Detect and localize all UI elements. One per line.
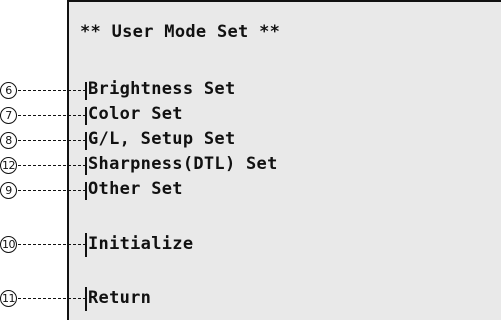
menu-item-initialize[interactable]: Initialize [88,234,193,254]
callout-tick [85,107,87,125]
menu-title: ** User Mode Set ** [80,22,281,42]
callout-number-9: 9 [0,182,17,199]
callout-number-8: 8 [0,132,17,149]
menu-item-sharpness-dtl-set[interactable]: Sharpness(DTL) Set [88,154,278,174]
callout-number-11: 11 [0,290,17,307]
callout-number-10: 10 [0,236,17,253]
menu-item-gl-setup-set[interactable]: G/L, Setup Set [88,129,236,149]
callout-leader-line [18,165,86,166]
callout-tick [85,233,87,257]
menu-item-brightness-set[interactable]: Brightness Set [88,79,236,99]
menu-item-other-set[interactable]: Other Set [88,179,183,199]
callout-number-6: 6 [0,82,17,99]
callout-number-12: 12 [0,157,17,174]
callout-tick [85,287,87,311]
callout-leader-line [18,298,86,299]
callout-tick [85,132,87,150]
callout-tick [85,82,87,100]
callout-leader-line [18,115,86,116]
callout-leader-line [18,244,86,245]
callout-leader-line [18,90,86,91]
callout-tick [85,157,87,175]
menu-item-color-set[interactable]: Color Set [88,104,183,124]
callout-leader-line [18,190,86,191]
menu-item-return[interactable]: Return [88,288,151,308]
callout-leader-line [18,140,86,141]
callout-tick [85,182,87,200]
callout-number-7: 7 [0,107,17,124]
